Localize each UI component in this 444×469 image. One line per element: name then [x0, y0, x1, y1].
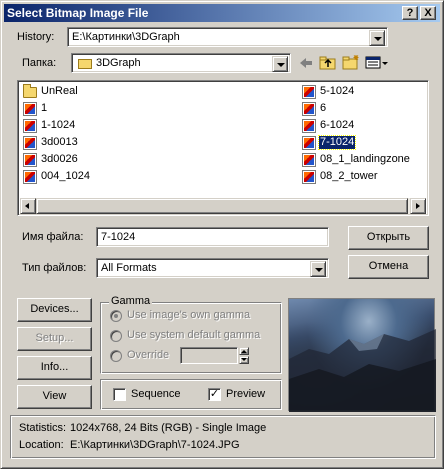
image-file-icon — [302, 102, 316, 116]
scroll-thumb[interactable] — [36, 198, 408, 214]
preview-label: Preview — [226, 388, 266, 400]
view-button[interactable]: View — [17, 385, 92, 409]
preview-image — [288, 298, 436, 412]
image-file-icon — [302, 153, 316, 167]
image-file-icon — [23, 153, 37, 167]
location-value: E:\Картинки\3DGraph\7-1024.JPG — [70, 439, 240, 451]
file-column-1: UnReal 1 1-1024 3d0013 3d0026 004_1024 — [23, 84, 293, 194]
file-name: 1 — [41, 102, 48, 114]
gamma-spin-down[interactable] — [239, 356, 249, 364]
file-name: 5-1024 — [320, 85, 355, 97]
scroll-right-button[interactable] — [410, 198, 426, 214]
close-button[interactable]: X — [420, 6, 436, 20]
gamma-override-radio[interactable] — [110, 350, 122, 362]
filename-label: Имя файла: — [22, 231, 84, 243]
gamma-own-label: Use image's own gamma — [127, 309, 251, 321]
statistics-value: 1024x768, 24 Bits (RGB) - Single Image — [70, 422, 267, 434]
preview-checkbox[interactable]: ✓ — [208, 388, 221, 401]
image-file-icon — [302, 136, 316, 150]
folder-label: Папка: — [22, 57, 57, 69]
image-file-icon — [302, 85, 316, 99]
statistics-label: Statistics: — [19, 422, 67, 434]
open-button[interactable]: Открыть — [348, 226, 429, 250]
info-button[interactable]: Info... — [17, 356, 92, 380]
setup-button-label: Setup... — [35, 332, 74, 344]
file-list[interactable]: UnReal 1 1-1024 3d0013 3d0026 004_1024 5-1024… — [17, 80, 429, 216]
filename-value: 7-1024 — [101, 231, 136, 243]
gamma-system-label: Use system default gamma — [127, 329, 261, 341]
filetype-combo[interactable]: All Formats — [96, 258, 329, 278]
folder-combo[interactable]: 3DGraph — [71, 53, 291, 73]
file-name: 08_2_tower — [320, 170, 378, 182]
filetype-dropdown-button[interactable] — [310, 261, 326, 277]
file-name: 004_1024 — [41, 170, 90, 182]
gamma-override-label: Override — [127, 349, 170, 361]
history-combo[interactable]: E:\Картинки\3DGraph — [67, 27, 388, 47]
file-name: 6-1024 — [320, 119, 355, 131]
history-label: History: — [17, 31, 55, 43]
view-menu-icon[interactable] — [365, 55, 389, 71]
image-file-icon — [23, 136, 37, 150]
gamma-own-radio[interactable] — [110, 310, 122, 322]
help-button[interactable]: ? — [402, 6, 418, 20]
devices-button-label: Devices... — [30, 303, 79, 315]
title-bar: Select Bitmap Image File ? X — [4, 4, 440, 22]
file-name: 6 — [320, 102, 327, 114]
cancel-button-label: Отмена — [368, 260, 409, 272]
image-file-icon — [23, 102, 37, 116]
up-folder-icon[interactable] — [319, 55, 337, 71]
location-label: Location: — [19, 439, 64, 451]
scroll-left-button[interactable] — [20, 198, 36, 214]
file-name: 7-1024 — [317, 135, 357, 150]
folder-dropdown-button[interactable] — [272, 56, 288, 72]
view-button-label: View — [42, 390, 67, 402]
horizontal-scrollbar[interactable] — [20, 198, 426, 214]
filetype-value: All Formats — [101, 262, 157, 274]
sequence-label: Sequence — [131, 388, 181, 400]
filetype-label: Тип файлов: — [22, 262, 87, 274]
gamma-override-value[interactable] — [180, 347, 238, 364]
image-file-icon — [302, 119, 316, 133]
window-title: Select Bitmap Image File — [7, 6, 149, 20]
file-name: UnReal — [41, 85, 78, 97]
history-value: E:\Картинки\3DGraph — [72, 31, 180, 43]
folder-icon — [23, 84, 37, 98]
setup-button[interactable]: Setup... — [17, 327, 92, 351]
file-name: 3d0013 — [41, 136, 78, 148]
file-name: 3d0026 — [41, 153, 78, 165]
gamma-system-radio[interactable] — [110, 330, 122, 342]
cancel-button[interactable]: Отмена — [348, 255, 429, 279]
gamma-group-title: Gamma — [109, 295, 153, 307]
history-dropdown-button[interactable] — [369, 30, 385, 46]
open-button-label: Открыть — [366, 231, 411, 243]
file-column-2: 5-1024 6 6-1024 7-1024 08_1_landingzone 08_2_… — [302, 84, 422, 194]
devices-button[interactable]: Devices... — [17, 298, 92, 322]
image-file-icon — [23, 119, 37, 133]
gamma-spin-up[interactable] — [239, 347, 249, 355]
folder-icon — [78, 59, 92, 69]
image-file-icon — [302, 170, 316, 184]
select-bitmap-dialog: Select Bitmap Image File ? X History: E:… — [0, 0, 444, 469]
folder-value: 3DGraph — [96, 57, 141, 69]
sequence-checkbox[interactable] — [113, 388, 126, 401]
filename-input[interactable]: 7-1024 — [96, 227, 329, 247]
new-folder-icon[interactable] — [342, 54, 360, 71]
image-file-icon — [23, 170, 37, 184]
file-name: 08_1_landingzone — [320, 153, 410, 165]
back-arrow-icon[interactable] — [298, 56, 314, 70]
file-name: 1-1024 — [41, 119, 76, 131]
info-button-label: Info... — [40, 361, 69, 373]
